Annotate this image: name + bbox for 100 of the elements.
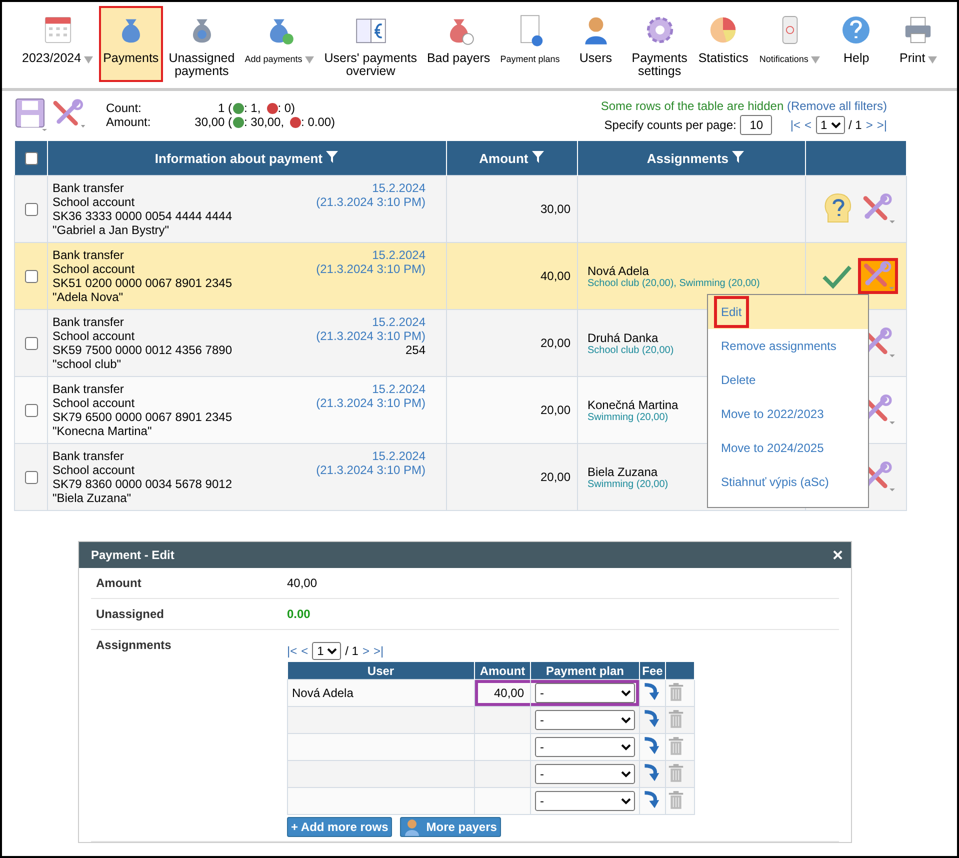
floppy-disk-icon[interactable] [14, 97, 48, 131]
minus-icon [290, 116, 302, 128]
assignment-details: Swimming (20,00) [588, 478, 668, 490]
amount-cell: 20,00 [446, 444, 577, 510]
filter-icon[interactable] [326, 150, 338, 162]
count-value: 1 ( [216, 101, 232, 115]
payment-plan-select[interactable]: - [535, 791, 635, 811]
amount-cell: 40,00 [446, 242, 577, 310]
curved-arrow-icon[interactable] [642, 790, 660, 810]
toolbar-item[interactable]: Statistics [693, 6, 754, 82]
assignee-name: Nová Adela [588, 264, 649, 278]
account-name: School account [52, 396, 136, 410]
last-page-link[interactable]: >| [876, 116, 887, 134]
column-header[interactable]: Amount [446, 141, 577, 176]
payment-info-cell[interactable]: Bank transfer School account SK79 8360 0000 0034 5678 9012 "Biela Zuzana" 15.2.2024 (21.3.2024 3:10 PM) [47, 444, 446, 510]
payment-method: Bank transfer [52, 181, 125, 195]
toolbar-item[interactable]: Bad payers [422, 6, 494, 82]
field-label: Unassigned [96, 607, 166, 621]
toolbar-label: Payments settings [632, 52, 688, 78]
caret-icon [305, 56, 314, 64]
field-value: 40,00 [287, 576, 318, 590]
menu-item[interactable]: Stiahnuť výpis (aSc) [708, 465, 868, 499]
curved-arrow-icon[interactable] [642, 762, 660, 782]
iban: SK79 8360 0000 0034 5678 9012 [52, 477, 232, 491]
row-checkbox[interactable] [24, 404, 38, 416]
prev-page-link[interactable]: < [301, 644, 308, 658]
payment-date: 15.2.2024 [371, 248, 426, 262]
payment-time: (21.3.2024 3:10 PM) [316, 329, 426, 343]
curved-arrow-icon[interactable] [642, 736, 660, 756]
iban: SK51 0200 0000 0067 8901 2345 [52, 276, 232, 290]
per-page-field[interactable]: 10 [740, 115, 772, 135]
payment-time: (21.3.2024 3:10 PM) [316, 262, 426, 276]
first-page-link[interactable]: |< [790, 116, 800, 134]
filter-notice: Some rows of the table are hidden [600, 99, 784, 113]
row-checkbox[interactable] [24, 270, 38, 282]
payment-plan-select[interactable]: - [535, 764, 635, 784]
payment-method: Bank transfer [52, 382, 125, 396]
prev-page-link[interactable]: < [804, 116, 812, 134]
account-name: School account [52, 463, 136, 477]
toolbar-item[interactable]: Users [566, 6, 626, 82]
payment-plan-select[interactable]: - [535, 683, 635, 703]
tools-menu-button[interactable] [858, 258, 898, 294]
select-all-checkbox[interactable] [24, 152, 38, 164]
column-header[interactable]: Assignments [577, 141, 805, 176]
row-checkbox[interactable] [24, 470, 38, 484]
payment-note: "Konecna Martina" [52, 424, 153, 438]
page-total: / 1 [848, 117, 862, 134]
menu-item[interactable]: Edit [708, 295, 868, 329]
toolbar-label: Users [579, 52, 612, 66]
toolbar-item[interactable]: Help [826, 6, 886, 82]
caret-icon [811, 56, 820, 64]
page-select[interactable]: 1 [816, 116, 845, 134]
toolbar-item[interactable]: 2023/2024 [18, 6, 98, 82]
menu-item[interactable]: Move to 2022/2023 [708, 397, 868, 431]
toolbar-item[interactable]: Payments [99, 6, 163, 82]
menu-item[interactable]: Remove assignments [708, 329, 868, 363]
toolbar-item[interactable]: Notifications [755, 6, 824, 82]
plus-icon [233, 116, 244, 128]
payment-note: "Biela Zuzana" [52, 491, 132, 505]
payment-plan-select[interactable]: - [535, 710, 635, 730]
toolbar-item[interactable]: Unassigned payments [164, 6, 239, 82]
payment-plan-select[interactable]: - [535, 737, 635, 757]
toolbar-item[interactable]: Payment plans [496, 6, 564, 82]
toolbar-item[interactable]: Print [888, 6, 948, 82]
payment-info-cell[interactable]: Bank transfer School account SK59 7500 0000 0012 4356 7890 "school club" 15.2.2024 (21.3.2024 3:10 PM) 254 [47, 310, 446, 376]
add-rows-button[interactable]: + Add more rows [287, 817, 392, 837]
row-checkbox[interactable] [24, 336, 38, 350]
first-page-link[interactable]: |< [287, 644, 298, 658]
field-value: 0.00 [287, 607, 310, 621]
count-minus: : 0) [278, 101, 296, 115]
filter-icon[interactable] [732, 150, 744, 162]
next-page-link[interactable]: > [866, 116, 873, 134]
payment-info-cell[interactable]: Bank transfer School account SK79 6500 0000 0067 8901 2345 "Konecna Martina" 15.2.2024 (21.3.2024 3:10 PM) [47, 376, 446, 444]
column-header: Fee [640, 662, 666, 680]
amount-cell: 20,00 [446, 376, 577, 444]
next-page-link[interactable]: > [362, 644, 370, 658]
page-select[interactable]: 1 [312, 642, 342, 660]
toolbar-item[interactable]: Add payments [240, 6, 318, 82]
menu-item[interactable]: Delete [708, 363, 868, 397]
payment-method: Bank transfer [52, 248, 125, 262]
filter-icon[interactable] [532, 150, 544, 162]
curved-arrow-icon[interactable] [642, 708, 660, 728]
remove-filters-link[interactable]: (Remove all filters) [786, 99, 887, 113]
amount-minus: : 0.00) [301, 115, 336, 129]
close-button[interactable]: × [832, 544, 843, 566]
iban: SK36 3333 0000 0054 4444 4444 [52, 209, 232, 223]
column-header: Amount [474, 662, 530, 680]
menu-item[interactable]: Move to 2024/2025 [708, 431, 868, 465]
toolbar-item[interactable]: Users' payments overview [320, 6, 421, 82]
row-checkbox[interactable] [24, 202, 38, 216]
toolbar-item[interactable]: Payments settings [628, 6, 692, 82]
last-page-link[interactable]: >| [374, 644, 384, 658]
assignee-name: Konečná Martina [588, 398, 678, 412]
variable-symbol: 254 [404, 343, 426, 357]
column-header[interactable]: Information about payment [47, 141, 446, 176]
toolbar-label: 2023/2024 [22, 52, 82, 66]
curved-arrow-icon[interactable] [642, 682, 660, 702]
payment-info-cell[interactable]: Bank transfer School account SK36 3333 0000 0054 4444 4444 "Gabriel a Jan Bystry" 15.2.2024 (21.3.2024 3:10 PM) [47, 176, 446, 242]
more-payers-button[interactable]: More payers [400, 817, 501, 837]
payment-info-cell[interactable]: Bank transfer School account SK51 0200 0000 0067 8901 2345 "Adela Nova" 15.2.2024 (21.3.2024 3:10 PM) [47, 242, 446, 310]
